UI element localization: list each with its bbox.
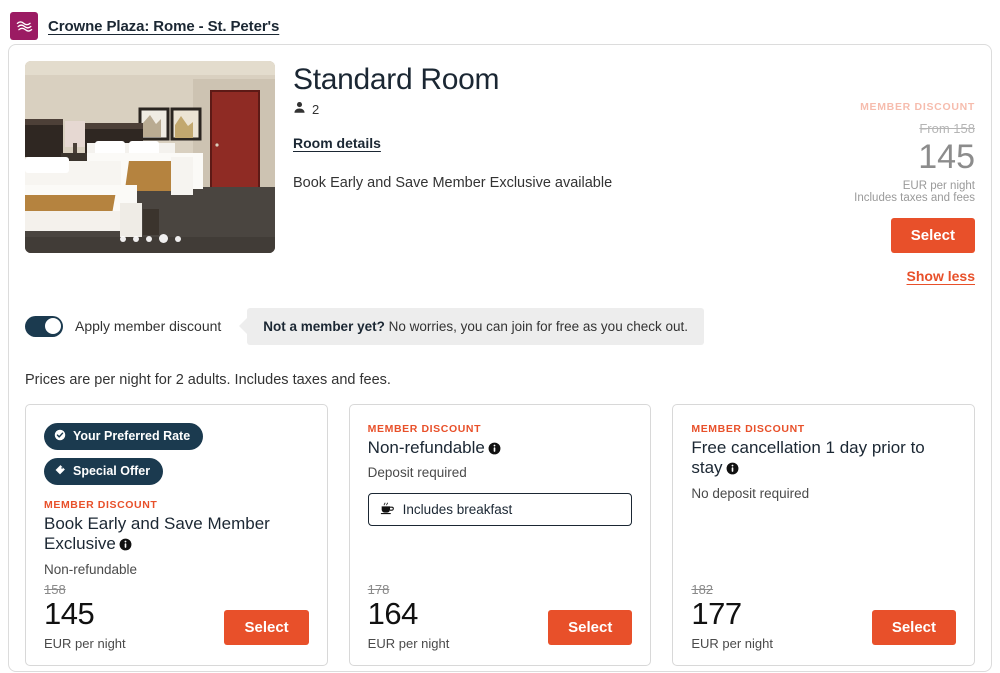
card-subtitle: Deposit required bbox=[367, 465, 467, 481]
room-details-link[interactable]: Room details bbox=[293, 135, 381, 151]
info-icon[interactable] bbox=[119, 536, 132, 557]
carousel-dots[interactable] bbox=[25, 234, 275, 243]
room-summary-row: Standard Room 2 Room details Book Early … bbox=[25, 61, 975, 284]
show-less-link[interactable]: Show less bbox=[907, 268, 975, 284]
card-subtitle: No deposit required bbox=[691, 486, 810, 502]
summary-select-button[interactable]: Select bbox=[890, 217, 975, 253]
info-icon[interactable] bbox=[488, 440, 501, 461]
prices-note: Prices are per night for 2 adults. Inclu… bbox=[25, 371, 391, 388]
carousel-dot[interactable] bbox=[132, 235, 139, 242]
card-select-button[interactable]: Select bbox=[548, 609, 633, 645]
card-title: Non-refundable bbox=[368, 438, 633, 461]
badge-label: Your Preferred Rate bbox=[73, 429, 191, 444]
card-member-discount-label: MEMBER DISCOUNT bbox=[367, 422, 482, 435]
summary-member-discount-label: MEMBER DISCOUNT bbox=[860, 101, 975, 113]
card-member-discount-label: MEMBER DISCOUNT bbox=[44, 498, 158, 511]
card-footer: 178 164 EUR per night Select bbox=[368, 582, 633, 651]
card-footer: 182 177 EUR per night Select bbox=[691, 582, 957, 651]
apply-member-discount-label: Apply member discount bbox=[75, 318, 222, 335]
rate-cards: Your Preferred Rate Special Offer MEMBER… bbox=[25, 403, 976, 666]
card-currency-note: EUR per night bbox=[367, 635, 450, 651]
tooltip-body: Not a member yet? No worries, you can jo… bbox=[247, 307, 704, 345]
room-offer-text: Book Early and Save Member Exclusive ava… bbox=[293, 175, 613, 191]
info-icon[interactable] bbox=[726, 460, 739, 481]
card-footer: 158 145 EUR per night Select bbox=[44, 582, 309, 651]
summary-taxes-note: Includes taxes and fees bbox=[854, 191, 975, 204]
card-select-button[interactable]: Select bbox=[224, 609, 309, 645]
badge-label: Special Offer bbox=[73, 464, 151, 479]
card-old-price: 178 bbox=[367, 582, 390, 598]
card-title-text: Non-refundable bbox=[367, 437, 485, 457]
card-currency-note: EUR per night bbox=[691, 635, 773, 651]
card-title: Free cancellation 1 day prior to stay bbox=[691, 438, 956, 481]
tooltip-strong-text: Not a member yet? bbox=[263, 318, 385, 334]
tag-icon bbox=[54, 464, 66, 479]
card-title: Book Early and Save Member Exclusive bbox=[44, 514, 309, 557]
carousel-dot[interactable] bbox=[174, 235, 181, 242]
rate-card[interactable]: Your Preferred Rate Special Offer MEMBER… bbox=[25, 403, 328, 666]
room-panel: Standard Room 2 Room details Book Early … bbox=[8, 44, 992, 672]
card-subtitle: Non-refundable bbox=[44, 562, 138, 578]
summary-price: 145 bbox=[918, 138, 975, 176]
summary-from-price: From 158 bbox=[919, 121, 975, 136]
carousel-dot-active[interactable] bbox=[158, 234, 168, 243]
summary-currency-note: EUR per night bbox=[902, 179, 975, 192]
card-price-block: 182 177 EUR per night bbox=[691, 582, 773, 651]
badge-special-offer: Special Offer bbox=[44, 457, 164, 485]
rate-card[interactable]: MEMBER DISCOUNT Non-refundable Deposit r… bbox=[348, 403, 652, 666]
room-title: Standard Room bbox=[293, 63, 500, 96]
card-old-price: 158 bbox=[44, 582, 66, 598]
occupancy: 2 bbox=[293, 101, 767, 117]
summary-price-column: MEMBER DISCOUNT From 158 145 EUR per nig… bbox=[785, 61, 975, 284]
room-photo-carousel[interactable] bbox=[25, 61, 275, 253]
toggle-knob bbox=[43, 317, 62, 336]
card-price-block: 158 145 EUR per night bbox=[44, 582, 126, 651]
carousel-dot[interactable] bbox=[145, 235, 152, 242]
card-select-button[interactable]: Select bbox=[871, 609, 957, 645]
hotel-header: Crowne Plaza: Rome - St. Peter's bbox=[0, 0, 1000, 44]
rate-card[interactable]: MEMBER DISCOUNT Free cancellation 1 day … bbox=[672, 403, 976, 666]
member-discount-toggle-row: Apply member discount Not a member yet? … bbox=[25, 307, 975, 345]
card-badges: Your Preferred Rate Special Offer bbox=[44, 422, 309, 493]
occupancy-count: 2 bbox=[312, 101, 320, 117]
card-old-price: 182 bbox=[691, 582, 714, 598]
tooltip-arrow-icon bbox=[239, 317, 249, 336]
card-member-discount-label: MEMBER DISCOUNT bbox=[691, 422, 805, 435]
includes-breakfast-chip: Includes breakfast bbox=[367, 493, 633, 527]
carousel-dot[interactable] bbox=[119, 235, 126, 242]
card-title-text: Book Early and Save Member Exclusive bbox=[44, 513, 270, 554]
tooltip-text: No worries, you can join for free as you… bbox=[384, 318, 688, 334]
hotel-name-link[interactable]: Crowne Plaza: Rome - St. Peter's bbox=[48, 18, 279, 35]
badge-preferred-rate: Your Preferred Rate bbox=[44, 422, 204, 450]
card-price: 145 bbox=[44, 596, 95, 632]
hotel-room-image bbox=[25, 61, 275, 253]
apply-member-discount-toggle[interactable] bbox=[25, 315, 63, 337]
chip-label: Includes breakfast bbox=[402, 502, 513, 518]
card-currency-note: EUR per night bbox=[44, 635, 126, 651]
card-price: 164 bbox=[367, 596, 419, 632]
card-price-block: 178 164 EUR per night bbox=[368, 582, 450, 651]
person-icon bbox=[293, 101, 306, 117]
room-info: Standard Room 2 Room details Book Early … bbox=[293, 61, 767, 284]
check-circle-icon bbox=[54, 429, 66, 444]
member-tooltip: Not a member yet? No worries, you can jo… bbox=[239, 307, 704, 345]
crowne-plaza-waves-icon bbox=[10, 12, 38, 40]
coffee-cup-icon bbox=[380, 501, 395, 518]
card-price: 177 bbox=[691, 596, 742, 632]
